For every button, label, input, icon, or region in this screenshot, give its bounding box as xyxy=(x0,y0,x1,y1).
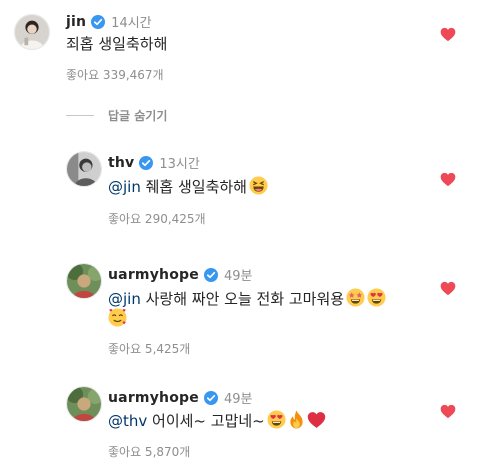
likes-count[interactable]: 좋아요 5,425개 xyxy=(108,340,190,357)
smiling-face-with-hearts-emoji-icon xyxy=(108,308,127,327)
comment-time: 13시간 xyxy=(159,157,200,172)
avatar[interactable] xyxy=(66,263,102,299)
username[interactable]: thv xyxy=(108,155,134,171)
username[interactable]: uarmyhope xyxy=(108,390,199,406)
verified-badge-icon xyxy=(203,390,218,405)
red-heart-emoji-icon xyxy=(307,411,326,429)
username[interactable]: jin xyxy=(66,14,86,30)
likes-count[interactable]: 좋아요 290,425개 xyxy=(108,210,206,227)
likes-count[interactable]: 좋아요 339,467개 xyxy=(66,66,164,83)
avatar[interactable] xyxy=(14,14,50,50)
comment-text-line-2 xyxy=(108,308,127,331)
comment-body: 죄홉 생일축하해 xyxy=(66,35,168,53)
laughing-face-emoji-icon xyxy=(249,176,268,195)
like-heart-icon[interactable] xyxy=(440,404,456,419)
username[interactable]: uarmyhope xyxy=(108,267,199,283)
hide-replies-label: 답글 숨기기 xyxy=(108,109,168,123)
likes-count[interactable]: 좋아요 5,870개 xyxy=(108,443,190,460)
heart-eyes-emoji-icon xyxy=(367,288,386,307)
avatar[interactable] xyxy=(66,386,102,422)
comment-time: 49분 xyxy=(223,269,253,284)
heart-eyes-emoji-icon xyxy=(267,410,286,429)
comment-body: 줴홉 생일축하해 xyxy=(140,178,247,196)
verified-badge-icon xyxy=(91,14,106,29)
mention-link[interactable]: @jin xyxy=(108,178,141,196)
comment-time: 14시간 xyxy=(111,16,152,31)
divider xyxy=(66,115,94,116)
comment-time: 49분 xyxy=(223,392,253,407)
like-heart-icon[interactable] xyxy=(440,281,456,296)
hide-replies-button[interactable]: 답글 숨기기 xyxy=(66,107,167,124)
star-struck-emoji-icon xyxy=(346,288,365,307)
fire-emoji-icon xyxy=(288,410,305,429)
avatar[interactable] xyxy=(66,151,102,187)
mention-link[interactable]: @jin xyxy=(108,290,141,308)
comment-text: @jin 사랑해 짜안 오늘 전화 고마워용 xyxy=(108,288,386,311)
comment-text: @thv 어이세~ 고맙네~ xyxy=(108,410,326,433)
mention-link[interactable]: @thv xyxy=(108,412,147,430)
comment-body: 어이세~ 고맙네~ xyxy=(147,412,265,430)
verified-badge-icon xyxy=(139,155,154,170)
comment-body: 사랑해 짜안 오늘 전화 고마워용 xyxy=(140,290,345,308)
verified-badge-icon xyxy=(203,267,218,282)
comment-text: @jin 줴홉 생일축하해 xyxy=(108,176,268,199)
comment-text: 죄홉 생일축하해 xyxy=(66,33,167,56)
like-heart-icon[interactable] xyxy=(440,27,456,42)
like-heart-icon[interactable] xyxy=(440,172,456,187)
